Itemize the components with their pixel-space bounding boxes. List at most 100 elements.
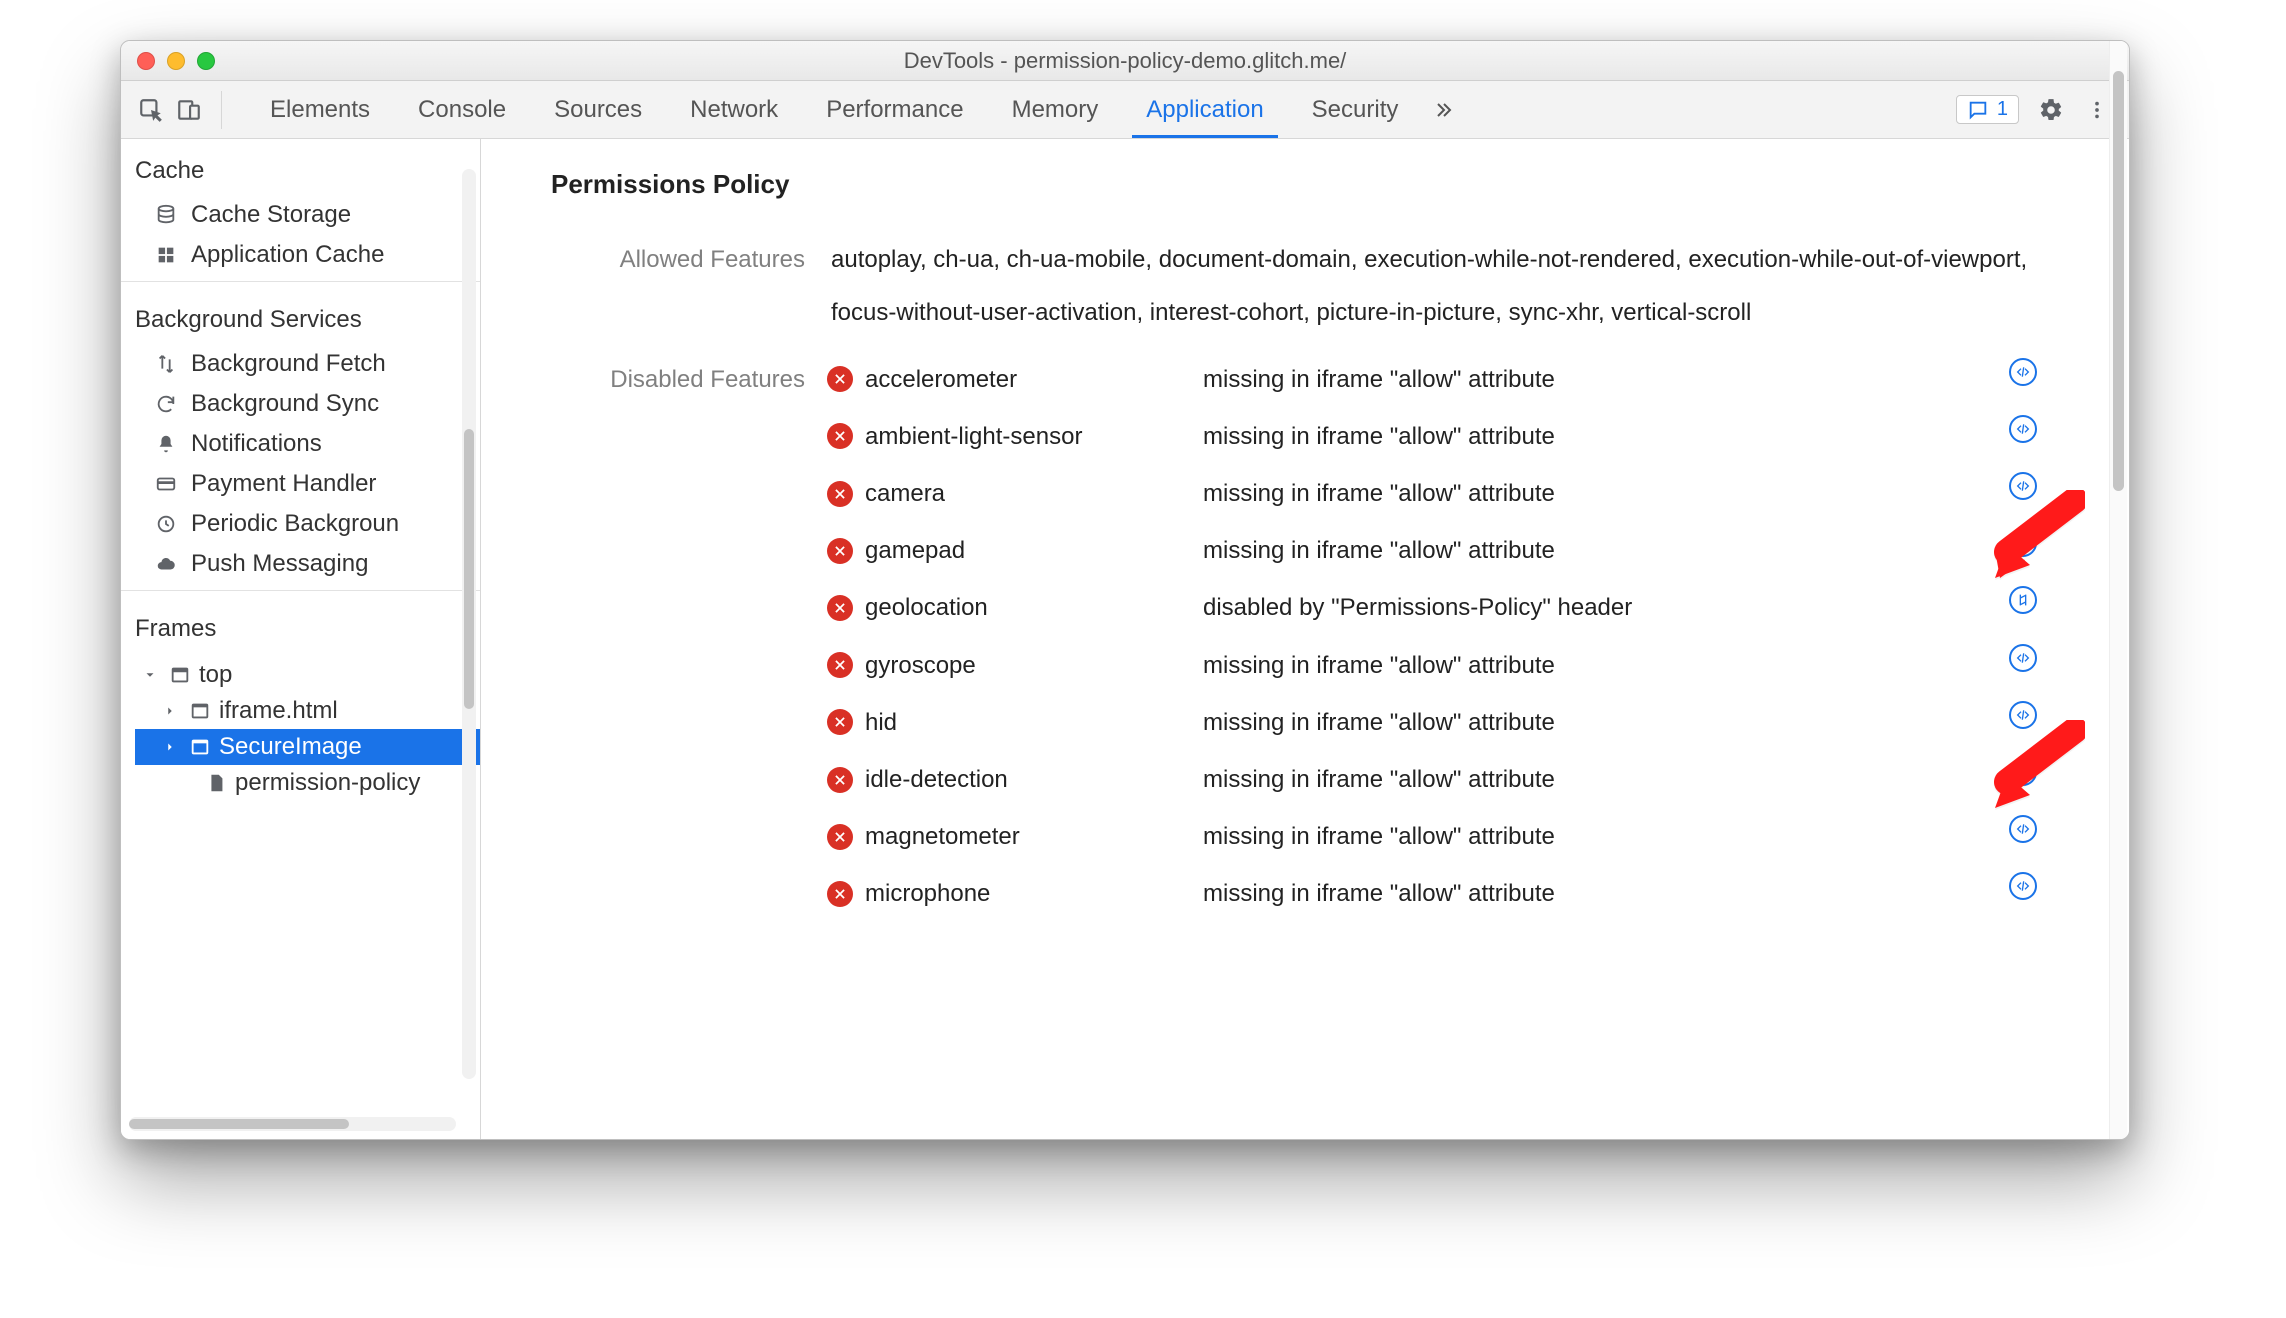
tab-network[interactable]: Network bbox=[666, 81, 802, 138]
disabled-feature-name: accelerometer bbox=[827, 358, 1187, 401]
frame-tree-item-top[interactable]: top bbox=[135, 657, 480, 693]
disabled-feature-reason: missing in iframe "allow" attribute bbox=[1203, 472, 1993, 515]
main-panel: Permissions Policy Allowed Features auto… bbox=[481, 139, 2129, 1139]
code-link-icon bbox=[2009, 815, 2037, 843]
iframe-icon bbox=[189, 736, 211, 758]
reveal-elements-button[interactable] bbox=[2009, 872, 2079, 900]
sidebar-item-label: Background Sync bbox=[191, 390, 379, 418]
tab-memory[interactable]: Memory bbox=[988, 81, 1123, 138]
clock-icon bbox=[153, 511, 179, 537]
sidebar-item-periodic-backgroun[interactable]: Periodic Backgroun bbox=[121, 504, 480, 544]
reveal-network-button[interactable] bbox=[2009, 586, 2079, 614]
inspect-icon[interactable] bbox=[137, 96, 165, 124]
device-toggle-icon[interactable] bbox=[175, 96, 203, 124]
code-link-icon bbox=[2009, 358, 2037, 386]
sidebar-section-title: Frames bbox=[121, 597, 480, 653]
titlebar: DevTools - permission-policy-demo.glitch… bbox=[121, 41, 2129, 81]
frame-tree-item-permission-policy[interactable]: permission-policy bbox=[135, 765, 480, 801]
sync-icon bbox=[153, 391, 179, 417]
sidebar-item-cache-storage[interactable]: Cache Storage bbox=[121, 195, 480, 235]
disabled-feature-reason: missing in iframe "allow" attribute bbox=[1203, 644, 1993, 687]
caret-down-icon bbox=[139, 664, 161, 686]
sidebar-item-background-sync[interactable]: Background Sync bbox=[121, 384, 480, 424]
sidebar-item-background-fetch[interactable]: Background Fetch bbox=[121, 344, 480, 384]
sidebar-item-label: Payment Handler bbox=[191, 470, 376, 498]
disabled-features-label: Disabled Features bbox=[551, 358, 811, 401]
reveal-elements-button[interactable] bbox=[2009, 701, 2079, 729]
reveal-elements-button[interactable] bbox=[2009, 415, 2079, 443]
sidebar-item-notifications[interactable]: Notifications bbox=[121, 424, 480, 464]
tab-sources[interactable]: Sources bbox=[530, 81, 666, 138]
sidebar-section-title: Background Services bbox=[121, 288, 480, 344]
x-badge-icon bbox=[827, 538, 853, 564]
caret-right-icon bbox=[159, 700, 181, 722]
window-vertical-scrollbar[interactable] bbox=[2109, 41, 2127, 1139]
sidebar-vertical-scrollbar[interactable] bbox=[462, 169, 476, 1079]
disabled-feature-reason: missing in iframe "allow" attribute bbox=[1203, 701, 1993, 744]
frame-tree-item-secureimage[interactable]: SecureImage bbox=[135, 729, 480, 765]
tab-application[interactable]: Application bbox=[1122, 81, 1287, 138]
reveal-elements-button[interactable] bbox=[2009, 815, 2079, 843]
code-link-icon bbox=[2009, 758, 2037, 786]
bell-icon bbox=[153, 431, 179, 457]
grid-icon bbox=[153, 242, 179, 268]
disabled-feature-reason: missing in iframe "allow" attribute bbox=[1203, 815, 1993, 858]
caret-right-icon bbox=[159, 736, 181, 758]
reveal-elements-button[interactable] bbox=[2009, 472, 2079, 500]
settings-gear-icon[interactable] bbox=[2037, 96, 2065, 124]
tab-performance[interactable]: Performance bbox=[802, 81, 987, 138]
disabled-feature-name: gamepad bbox=[827, 529, 1187, 572]
kebab-menu-icon[interactable] bbox=[2083, 96, 2111, 124]
application-sidebar: CacheCache StorageApplication Cache Backg… bbox=[121, 139, 481, 1139]
code-link-icon bbox=[2009, 472, 2037, 500]
x-badge-icon bbox=[827, 709, 853, 735]
card-icon bbox=[153, 471, 179, 497]
sidebar-section-title: Cache bbox=[121, 139, 480, 195]
disabled-feature-name: magnetometer bbox=[827, 815, 1187, 858]
frame-tree-item-iframe-html[interactable]: iframe.html bbox=[135, 693, 480, 729]
x-badge-icon bbox=[827, 767, 853, 793]
reveal-elements-button[interactable] bbox=[2009, 758, 2079, 786]
sidebar-item-label: Periodic Backgroun bbox=[191, 510, 399, 538]
allowed-features-label: Allowed Features bbox=[551, 234, 811, 340]
reveal-elements-button[interactable] bbox=[2009, 644, 2079, 672]
code-link-icon bbox=[2009, 529, 2037, 557]
code-link-icon bbox=[2009, 872, 2037, 900]
database-icon bbox=[153, 202, 179, 228]
tab-security[interactable]: Security bbox=[1288, 81, 1423, 138]
tree-item-label: top bbox=[199, 661, 232, 689]
tab-elements[interactable]: Elements bbox=[246, 81, 394, 138]
x-badge-icon bbox=[827, 481, 853, 507]
x-badge-icon bbox=[827, 881, 853, 907]
window-title: DevTools - permission-policy-demo.glitch… bbox=[121, 48, 2129, 74]
x-badge-icon bbox=[827, 366, 853, 392]
sidebar-item-application-cache[interactable]: Application Cache bbox=[121, 235, 480, 275]
frame-icon bbox=[169, 664, 191, 686]
sidebar-item-push-messaging[interactable]: Push Messaging bbox=[121, 544, 480, 584]
disabled-feature-reason: missing in iframe "allow" attribute bbox=[1203, 872, 1993, 915]
issues-button[interactable]: 1 bbox=[1956, 95, 2019, 124]
disabled-feature-reason: missing in iframe "allow" attribute bbox=[1203, 529, 1993, 572]
code-link-icon bbox=[2009, 415, 2037, 443]
disabled-feature-reason: disabled by "Permissions-Policy" header bbox=[1203, 586, 1993, 629]
issues-count: 1 bbox=[1997, 98, 2008, 121]
tab-console[interactable]: Console bbox=[394, 81, 530, 138]
devtools-tabbar: ElementsConsoleSourcesNetworkPerformance… bbox=[121, 81, 2129, 139]
disabled-feature-name: geolocation bbox=[827, 586, 1187, 629]
cloud-icon bbox=[153, 551, 179, 577]
reveal-elements-button[interactable] bbox=[2009, 358, 2079, 386]
allowed-features-value: autoplay, ch-ua, ch-ua-mobile, document-… bbox=[831, 234, 2079, 340]
x-badge-icon bbox=[827, 652, 853, 678]
reveal-elements-button[interactable] bbox=[2009, 529, 2079, 557]
disabled-feature-reason: missing in iframe "allow" attribute bbox=[1203, 758, 1993, 801]
disabled-feature-name: ambient-light-sensor bbox=[827, 415, 1187, 458]
devtools-window: DevTools - permission-policy-demo.glitch… bbox=[120, 40, 2130, 1140]
network-link-icon bbox=[2009, 586, 2037, 614]
x-badge-icon bbox=[827, 824, 853, 850]
overflow-tabs-icon[interactable] bbox=[1430, 96, 1458, 124]
code-link-icon bbox=[2009, 701, 2037, 729]
sidebar-item-payment-handler[interactable]: Payment Handler bbox=[121, 464, 480, 504]
x-badge-icon bbox=[827, 595, 853, 621]
x-badge-icon bbox=[827, 423, 853, 449]
sidebar-horizontal-scrollbar[interactable] bbox=[129, 1117, 456, 1131]
